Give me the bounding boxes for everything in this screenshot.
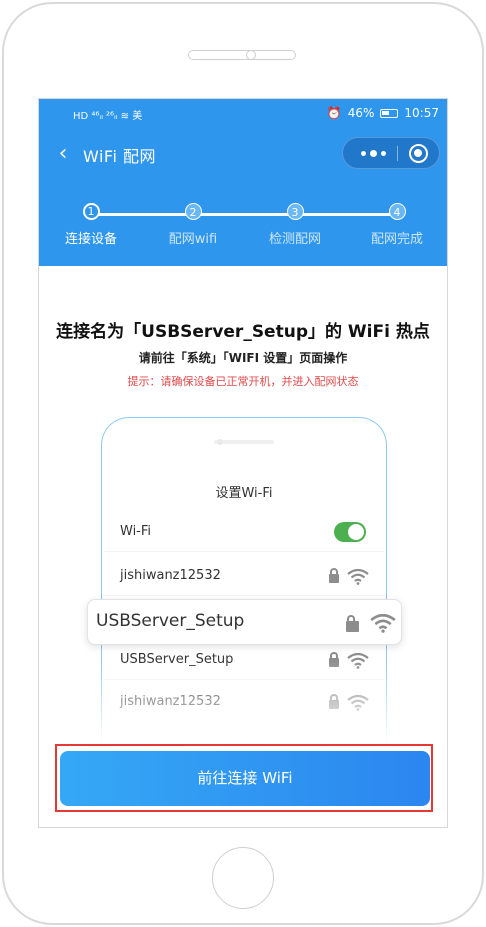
toggle-switch-icon <box>334 522 366 542</box>
mock-speaker <box>214 440 274 444</box>
mock-wifi-label: Wi-Fi <box>120 524 152 539</box>
header: HD ⁴⁶ᵢₗ ²⁶ᵢₗ ≋ 美 ⏰ 46% 10:57 ‹ WiFi 配网 1 <box>39 99 447 266</box>
step-number: 1 <box>82 203 100 220</box>
mock-network-row: jishiwanz12532 <box>104 556 384 596</box>
status-right: ⏰ 46% 10:57 <box>327 106 439 120</box>
wifi-signal-icon <box>347 569 369 585</box>
nav-bar: ‹ WiFi 配网 <box>39 137 447 173</box>
signal-icons: HD ⁴⁶ᵢₗ ²⁶ᵢₗ ≋ 美 <box>73 111 143 122</box>
home-button[interactable] <box>212 847 274 909</box>
steps-line <box>91 213 397 216</box>
step-check-config: 3 检测配网 <box>255 203 335 247</box>
battery-icon <box>380 108 399 118</box>
battery-percent: 46% <box>347 106 375 120</box>
phone-speaker <box>188 50 296 60</box>
step-config-wifi: 2 配网wifi <box>153 203 233 247</box>
instruction-subtitle: 请前往「系统」「WIFI 设置」页面操作 <box>138 351 348 365</box>
instruction-tip: 提示：请确保设备已正常开机，并进入配网状态 <box>127 375 359 388</box>
step-label: 配网完成 <box>370 232 423 247</box>
alarm-icon: ⏰ <box>326 106 342 120</box>
step-complete: 4 配网完成 <box>357 203 437 247</box>
clock: 10:57 <box>404 106 439 120</box>
more-dots-icon[interactable] <box>353 138 393 168</box>
app-screen: HD ⁴⁶ᵢₗ ²⁶ᵢₗ ≋ 美 ⏰ 46% 10:57 ‹ WiFi 配网 1 <box>38 98 448 828</box>
signal-indicators: HD ⁴⁶ᵢₗ ²⁶ᵢₗ ≋ 美 <box>73 107 142 122</box>
mock-camera <box>217 439 223 445</box>
step-number: 3 <box>286 203 304 220</box>
mock-network-name: jishiwanz12532 <box>120 568 221 583</box>
wifi-signal-icon <box>370 614 396 633</box>
target-circle-icon[interactable] <box>409 144 428 163</box>
chevron-left-icon[interactable]: ‹ <box>53 141 73 167</box>
step-label: 配网wifi <box>168 232 218 247</box>
highlighted-network-name: USBServer_Setup <box>96 611 245 631</box>
capsule-divider <box>397 146 398 161</box>
highlighted-network-card: USBServer_Setup <box>87 599 402 645</box>
status-bar: HD ⁴⁶ᵢₗ ²⁶ᵢₗ ≋ 美 ⏰ 46% 10:57 <box>39 99 447 129</box>
lock-icon <box>329 568 339 583</box>
page-title: WiFi 配网 <box>83 147 156 166</box>
mock-wifi-toggle-row: Wi-Fi <box>104 512 384 552</box>
step-number: 2 <box>184 203 202 220</box>
phone-camera <box>246 50 256 60</box>
lock-icon <box>346 615 359 632</box>
step-label: 检测配网 <box>268 232 321 247</box>
step-label: 连接设备 <box>64 232 117 247</box>
instruction-title: 连接名为「USBServer_Setup」的 WiFi 热点 <box>56 322 430 342</box>
step-number: 4 <box>388 203 406 220</box>
mock-settings-title: 设置Wi-Fi <box>215 486 273 501</box>
go-connect-wifi-button[interactable]: 前往连接 WiFi <box>60 751 430 806</box>
step-connect-device: 1 连接设备 <box>51 203 131 247</box>
mini-program-capsule <box>342 137 440 169</box>
progress-steps: 1 连接设备 2 配网wifi 3 检测配网 4 配网完成 <box>39 203 447 253</box>
